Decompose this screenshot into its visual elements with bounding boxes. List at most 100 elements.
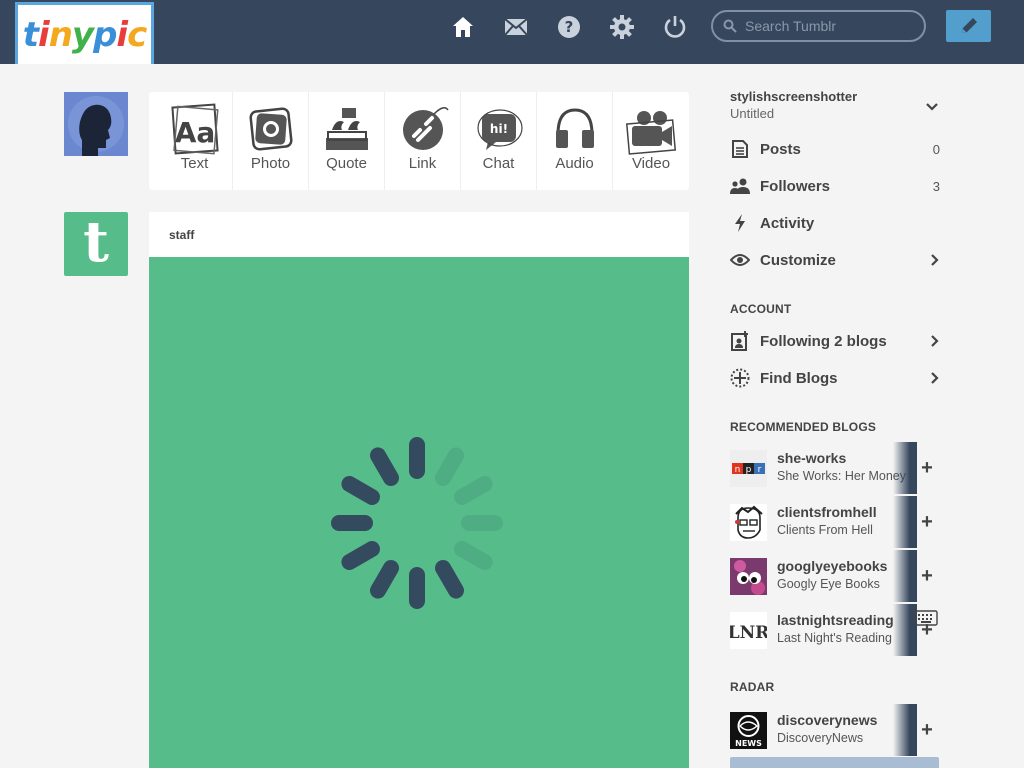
power-icon[interactable] (662, 14, 688, 40)
document-icon (730, 139, 750, 159)
follow-plus-icon[interactable]: + (916, 512, 938, 534)
chat-icon: hi! (476, 109, 523, 150)
pencil-icon (961, 18, 977, 33)
spinner-segment (454, 476, 493, 505)
post-type-label: Photo (250, 155, 291, 172)
follow-plus-icon[interactable]: + (916, 566, 938, 588)
recommended-blog[interactable]: npr she-works She Works: Her Money + (730, 442, 940, 494)
cartoon-face-avatar (730, 504, 767, 541)
spinner-segment (461, 515, 503, 531)
post-type-text[interactable]: Aa Text (157, 92, 233, 190)
svg-text:LNR: LNR (730, 623, 767, 643)
search-icon (723, 19, 737, 33)
blog-name[interactable]: stylishscreenshotter (730, 89, 857, 104)
tinypic-logo[interactable]: tinypic (15, 2, 154, 64)
search-box[interactable] (711, 10, 926, 42)
recommended-blog[interactable]: LNR lastnightsreading Last Night's Readi… (730, 604, 940, 656)
chevron-right-icon (931, 372, 939, 384)
sidebar-item-followers[interactable]: Followers 3 (730, 174, 940, 198)
recommended-blog[interactable]: googlyeyebooks Googly Eye Books + (730, 550, 940, 602)
post-type-link[interactable]: Link (385, 92, 461, 190)
sidebar-item-label: Find Blogs (760, 369, 838, 387)
svg-text:hi!: hi! (489, 122, 507, 136)
post-type-quote[interactable]: Quote (309, 92, 385, 190)
sidebar-item-activity[interactable]: Activity (730, 211, 940, 235)
home-icon[interactable] (450, 14, 476, 40)
spinner-segment (370, 447, 399, 486)
post-type-label: Chat (482, 155, 515, 172)
post-type-label: Quote (326, 155, 367, 172)
sidebar-item-label: Followers (760, 177, 831, 195)
post-card: staff (149, 212, 689, 768)
spinner-segment (370, 560, 399, 599)
svg-text:?: ? (565, 18, 574, 36)
mail-icon[interactable] (503, 14, 529, 40)
loading-spinner-icon (331, 437, 503, 609)
post-type-photo[interactable]: Photo (233, 92, 309, 190)
svg-text:n: n (735, 465, 741, 475)
svg-text:r: r (758, 465, 762, 475)
text-post-icon: Aa (170, 103, 219, 155)
sidebar-item-label: Customize (760, 251, 836, 269)
recommended-blog-name: clientsfromhell (777, 504, 877, 520)
svg-text:NEWS: NEWS (735, 739, 762, 748)
spinner-segment (409, 567, 425, 609)
post-media[interactable] (149, 257, 689, 768)
followers-icon (730, 176, 750, 196)
sidebar-item-posts[interactable]: Posts 0 (730, 137, 940, 161)
sidebar-item-label: Posts (760, 140, 801, 158)
headphones-icon (555, 108, 594, 151)
sidebar-item-label: Activity (760, 214, 815, 232)
post-type-label: Audio (555, 155, 594, 172)
spinner-segment (331, 515, 373, 531)
blog-title: Untitled (730, 106, 775, 121)
post-type-audio[interactable]: Audio (537, 92, 613, 190)
sidebar-item-find-blogs[interactable]: Find Blogs (730, 366, 940, 390)
recommended-section-title: RECOMMENDED BLOGS (730, 420, 877, 434)
fade-overlay (893, 442, 917, 494)
radar-post-image[interactable] (730, 757, 939, 768)
spinner-segment (341, 541, 380, 570)
top-bar: tinypic ? (0, 0, 1024, 64)
gear-icon[interactable] (609, 14, 635, 40)
radar-blog[interactable]: NEWS discoverynews DiscoveryNews + (730, 704, 940, 756)
keyboard-icon[interactable] (914, 610, 938, 626)
link-icon (402, 107, 449, 150)
chevron-down-icon[interactable] (925, 100, 939, 114)
help-icon[interactable]: ? (556, 14, 582, 40)
post-type-label: Link (408, 155, 437, 172)
sidebar-item-following[interactable]: Following 2 blogs (730, 329, 940, 353)
recommended-blog-name: she-works (777, 450, 847, 466)
spinner-segment (409, 437, 425, 479)
follow-plus-icon[interactable]: + (916, 458, 938, 480)
staff-avatar[interactable]: t (64, 212, 128, 276)
post-type-label: Video (631, 155, 671, 172)
radar-section-title: RADAR (730, 680, 775, 694)
svg-text:Aa: Aa (174, 116, 215, 149)
post-type-bar: Aa Text Photo Quote Link hi! Chat Audio … (149, 92, 689, 190)
posts-count: 0 (932, 141, 940, 157)
account-section-title: ACCOUNT (730, 302, 792, 316)
follow-plus-icon[interactable]: + (916, 720, 938, 742)
npr-logo: npr (730, 450, 767, 487)
compass-icon (730, 368, 750, 388)
sidebar-item-label: Following 2 blogs (760, 332, 887, 350)
video-camera-icon (625, 111, 677, 155)
lnr-logo: LNR (730, 612, 767, 649)
googly-eye-avatar (730, 558, 767, 595)
chevron-right-icon (931, 335, 939, 347)
recommended-blog[interactable]: clientsfromhell Clients From Hell + (730, 496, 940, 548)
user-avatar[interactable] (64, 92, 128, 156)
post-type-chat[interactable]: hi! Chat (461, 92, 537, 190)
post-author[interactable]: staff (149, 212, 689, 257)
compose-button[interactable] (946, 10, 991, 42)
recommended-blog-name: googlyeyebooks (777, 558, 888, 574)
sidebar-item-customize[interactable]: Customize (730, 248, 940, 272)
spinner-segment (435, 447, 464, 486)
spinner-segment (341, 476, 380, 505)
search-input[interactable] (745, 18, 915, 34)
eye-icon (730, 250, 750, 270)
lightning-icon (730, 213, 750, 233)
post-type-video[interactable]: Video (613, 92, 689, 190)
tumblr-t-logo: t (83, 209, 109, 275)
